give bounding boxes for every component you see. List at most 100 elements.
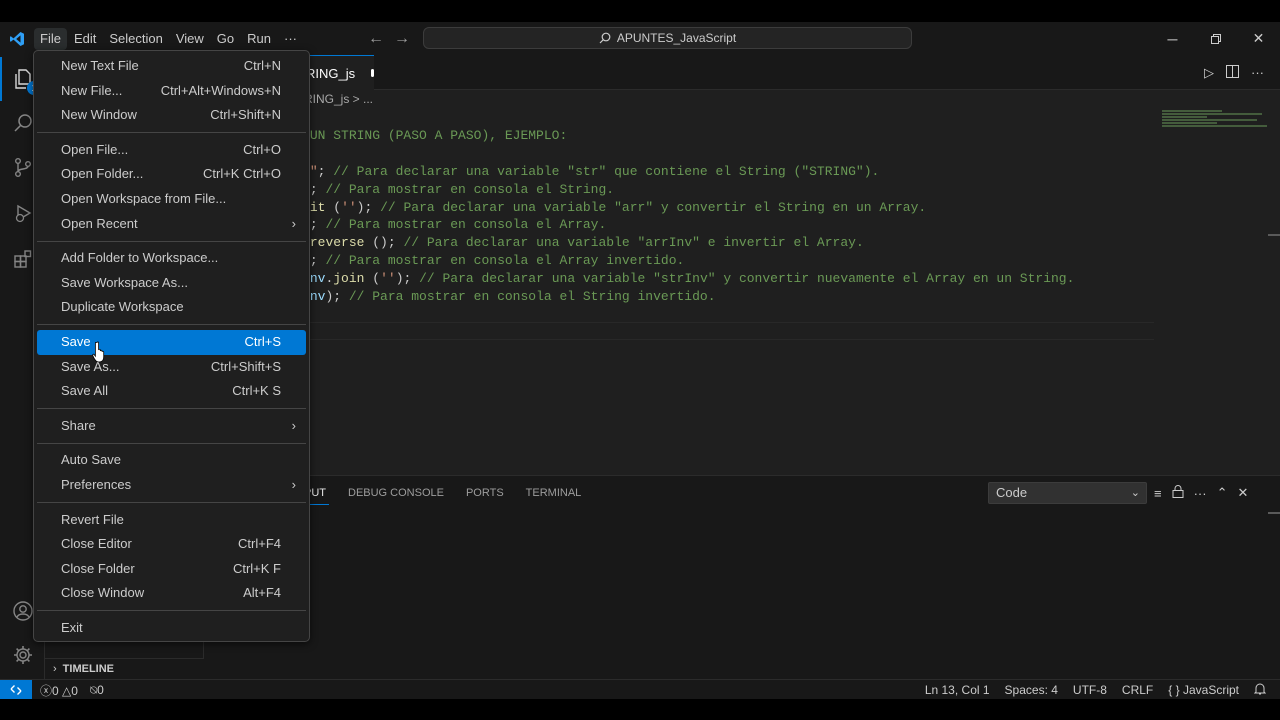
menu-item-label: Auto Save <box>61 452 121 468</box>
close-window-icon[interactable]: ✕ <box>1237 22 1280 55</box>
restore-icon[interactable] <box>1194 22 1237 55</box>
minimap[interactable] <box>1162 110 1272 140</box>
code-token: ; <box>317 163 334 179</box>
indentation[interactable]: Spaces: 4 <box>1005 683 1058 697</box>
command-center-search[interactable]: APUNTES_JavaScript <box>423 27 912 49</box>
menu-item-open-workspace-from-file[interactable]: Open Workspace from File... <box>37 187 306 212</box>
forward-arrow-icon[interactable]: → <box>394 30 410 48</box>
vscode-logo-icon <box>0 22 34 55</box>
menu-item-duplicate-workspace[interactable]: Duplicate Workspace <box>37 295 306 320</box>
menu-go[interactable]: Go <box>211 28 240 50</box>
timeline-section[interactable]: › TIMELINE <box>45 658 204 679</box>
ports-status[interactable]: ⍉0 <box>90 683 104 698</box>
code-editor[interactable]: O INVERTIR UN STRING (PASO A PASO), EJEM… <box>204 110 1280 475</box>
menu-edit[interactable]: Edit <box>68 28 102 50</box>
menu-item-auto-save[interactable]: Auto Save <box>37 448 306 473</box>
menu-item-save-workspace-as[interactable]: Save Workspace As... <box>37 271 306 296</box>
run-icon[interactable]: ▷ <box>1204 65 1214 81</box>
status-right: Ln 13, Col 1 Spaces: 4 UTF-8 CRLF { } Ja… <box>925 680 1267 700</box>
menu-item-new-window[interactable]: New Window Ctrl+Shift+N <box>37 103 306 128</box>
error-count: 0 <box>52 683 59 698</box>
file-menu-dropdown: New Text File Ctrl+N New File... Ctrl+Alt+W… <box>33 50 310 642</box>
remote-icon[interactable] <box>0 680 32 700</box>
menu-item-label: Open Recent <box>61 215 138 231</box>
tab-ports[interactable]: PORTS <box>455 476 515 510</box>
menu-item-label: Save Workspace As... <box>61 274 188 290</box>
menu-item-close-folder[interactable]: Close Folder Ctrl+K F <box>37 557 306 582</box>
menu-run[interactable]: Run <box>241 28 277 50</box>
split-editor-icon[interactable] <box>1226 64 1239 81</box>
menu-item-save[interactable]: Save Ctrl+S <box>37 329 306 355</box>
code-token: // Para mostrar en consola el Array inve… <box>325 253 685 269</box>
menu-item-label: New Window <box>61 107 137 123</box>
menu-item-open-file[interactable]: Open File... Ctrl+O <box>37 138 306 163</box>
output-channel-value: Code <box>996 485 1028 500</box>
back-arrow-icon[interactable]: ← <box>368 30 384 48</box>
menu-item-save-as[interactable]: Save As... Ctrl+Shift+S <box>37 355 306 380</box>
menu-file[interactable]: File <box>34 27 67 50</box>
menu-item-preferences[interactable]: Preferences › <box>37 473 306 498</box>
menu-more[interactable]: ··· <box>278 28 303 50</box>
menu-item-shortcut: Alt+F4 <box>243 585 281 601</box>
menu-item-close-window[interactable]: Close Window Alt+F4 <box>37 581 306 606</box>
menu-item-shortcut: Ctrl+N <box>243 58 281 73</box>
menu-view[interactable]: View <box>170 28 210 50</box>
menu-item-add-folder-to-workspace[interactable]: Add Folder to Workspace... <box>37 246 306 271</box>
window-controls: ─ ✕ <box>1151 22 1280 55</box>
cursor-position[interactable]: Ln 13, Col 1 <box>925 683 990 697</box>
navigation-arrows: ← → <box>368 22 410 55</box>
menu-selection[interactable]: Selection <box>103 28 168 50</box>
search-icon <box>599 32 611 44</box>
panel-actions: ≡ ··· ⌃ ✕ <box>1154 476 1248 510</box>
menu-item-exit[interactable]: Exit <box>37 616 306 641</box>
menu-item-close-editor[interactable]: Close Editor Ctrl+F4 <box>37 532 306 557</box>
encoding[interactable]: UTF-8 <box>1073 683 1107 697</box>
unsaved-dot-icon[interactable] <box>371 69 374 77</box>
warning-icon: △ <box>62 683 72 698</box>
code-token: join <box>333 271 365 287</box>
breadcrumb[interactable]: RING_js > ... <box>204 90 1280 110</box>
command-center-text: APUNTES_JavaScript <box>616 31 737 45</box>
menu-item-revert-file[interactable]: Revert File <box>37 508 306 533</box>
menu-item-label: Exit <box>61 619 83 635</box>
menu-item-new-file[interactable]: New File... Ctrl+Alt+Windows+N <box>37 79 306 104</box>
code-line: r = "STRING"; // Para declarar una varia… <box>224 163 1074 181</box>
bell-icon[interactable] <box>1253 682 1267 698</box>
menu-item-share[interactable]: Share › <box>37 414 306 439</box>
menu-item-label: Close Window <box>61 585 145 601</box>
menu-item-open-folder[interactable]: Open Folder... Ctrl+K Ctrl+O <box>37 162 306 187</box>
menu-item-save-all[interactable]: Save All Ctrl+K S <box>37 379 306 404</box>
menu-item-label: Open File... <box>61 141 129 157</box>
clear-output-icon[interactable]: ≡ <box>1154 486 1162 501</box>
end-of-line[interactable]: CRLF <box>1122 683 1153 697</box>
close-panel-icon[interactable]: ✕ <box>1238 485 1249 501</box>
editor-scrollbar[interactable] <box>1268 234 1280 236</box>
menu-item-shortcut: Ctrl+F4 <box>238 536 281 552</box>
code-line: e.log (arr); // Para mostrar en consola … <box>224 216 1074 234</box>
menu-item-open-recent[interactable]: Open Recent › <box>37 212 306 237</box>
language-mode[interactable]: { } JavaScript <box>1168 683 1239 697</box>
problems-status[interactable]: ⓧ0 △0 <box>40 682 78 699</box>
menu-item-label: Duplicate Workspace <box>61 299 184 315</box>
braces-icon: { } <box>1168 683 1180 697</box>
tab-terminal[interactable]: TERMINAL <box>515 476 593 510</box>
more-actions-icon[interactable]: ··· <box>1194 486 1207 501</box>
chevron-right-icon: › <box>291 417 296 433</box>
code-line: O INVERTIR UN STRING (PASO A PASO), EJEM… <box>224 127 1074 145</box>
minimize-icon[interactable]: ─ <box>1151 22 1194 55</box>
menu-separator <box>37 240 306 242</box>
maximize-panel-icon[interactable]: ⌃ <box>1217 485 1228 501</box>
error-icon: ⓧ <box>40 683 53 698</box>
output-channel-select[interactable]: Code ⌄ <box>988 482 1147 504</box>
editor-tabs: RING_js ▷ ··· <box>204 55 1280 90</box>
more-actions-icon[interactable]: ··· <box>1251 65 1264 80</box>
menu-item-label: New Text File <box>61 58 139 73</box>
ports-count: 0 <box>97 682 104 697</box>
code-token: '' <box>341 199 357 215</box>
code-token: ( <box>325 199 342 215</box>
panel-scrollbar[interactable] <box>1268 512 1280 514</box>
tab-debug-console[interactable]: DEBUG CONSOLE <box>337 476 455 510</box>
lock-icon[interactable] <box>1172 485 1184 501</box>
code-token: reverse <box>309 235 365 251</box>
menu-item-new-text-file[interactable]: New Text File Ctrl+N <box>37 54 306 79</box>
